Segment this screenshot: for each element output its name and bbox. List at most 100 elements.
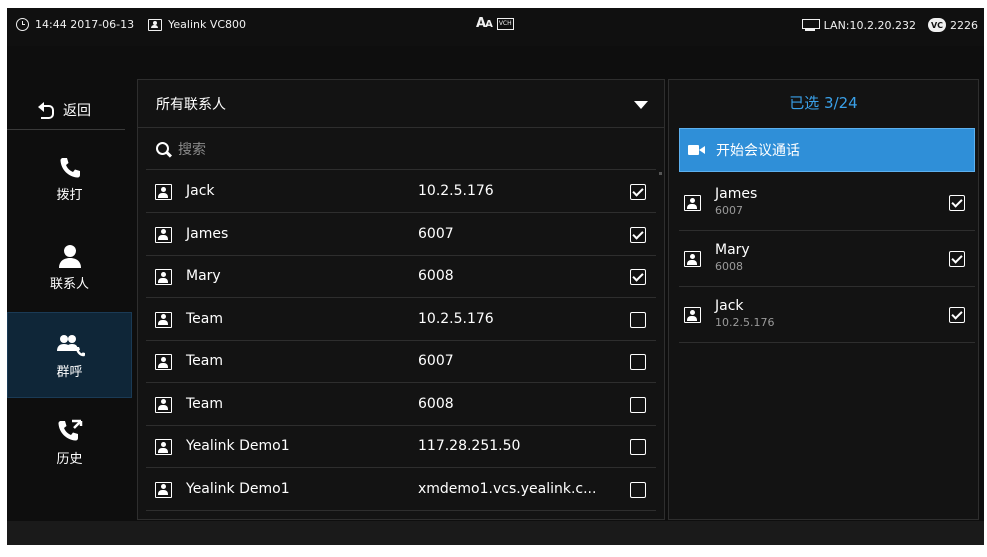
contact-name: Team	[186, 310, 224, 327]
contact-row[interactable]: Team 6008	[146, 384, 656, 426]
contact-number: 6007	[418, 225, 454, 242]
contact-card-icon	[684, 251, 701, 267]
selected-number: 6007	[715, 204, 743, 217]
contact-number: 117.28.251.50	[418, 438, 521, 454]
contact-checkbox[interactable]	[630, 226, 646, 243]
font-size-icon: AA	[476, 16, 493, 31]
search-icon	[156, 142, 169, 155]
device-name: Yealink VC800	[148, 18, 246, 31]
nav-item-dial[interactable]: 拨打	[7, 135, 132, 221]
back-button[interactable]: 返回	[7, 92, 122, 127]
nav-item-history[interactable]: 历史	[7, 399, 132, 485]
contact-card-icon	[684, 195, 701, 211]
status-left: 14:44 2017-06-13 Yealink VC800	[16, 18, 246, 31]
contact-number: 10.2.5.176	[418, 183, 494, 199]
selected-checkbox[interactable]	[949, 251, 965, 267]
selected-number: 6008	[715, 260, 743, 273]
contact-checkbox[interactable]	[630, 269, 646, 285]
nav-item-contacts-label: 联系人	[49, 276, 89, 292]
video-camera-icon	[688, 144, 706, 156]
search-placeholder: 搜索	[178, 141, 206, 158]
contact-person-icon	[57, 243, 83, 269]
selected-name: James	[715, 186, 758, 202]
contact-number: 6007	[418, 353, 454, 369]
contact-card-icon	[155, 396, 172, 413]
bottom-bar	[7, 521, 984, 545]
nav-sidebar: 返回 拨打 联系人 群呼 历史	[7, 79, 132, 519]
contact-checkbox[interactable]	[630, 184, 646, 200]
contact-card-icon	[155, 184, 172, 200]
selected-name: Mary	[715, 242, 750, 258]
contact-number: xmdemo1.vcs.yealink.c...	[418, 480, 597, 497]
back-label: 返回	[63, 102, 91, 119]
contact-name: Jack	[186, 183, 215, 199]
nav-item-dial-label: 拨打	[56, 187, 83, 203]
status-right: LAN:10.2.20.232 VC 2226	[801, 18, 978, 32]
contact-name: Mary	[186, 268, 221, 284]
contact-card-icon	[155, 439, 172, 455]
contact-row[interactable]: Yealink Demo1 xmdemo1.vcs.yealink.c...	[146, 469, 656, 511]
contact-card-icon	[155, 354, 172, 370]
datetime-text: 14:44 2017-06-13	[35, 18, 135, 31]
contact-checkbox[interactable]	[630, 439, 646, 455]
contact-row[interactable]: James 6007	[146, 214, 656, 256]
screen: 14:44 2017-06-13 Yealink VC800 AA VCH LA…	[7, 8, 984, 545]
contact-checkbox[interactable]	[630, 354, 646, 370]
contact-filter-dropdown[interactable]: 所有联系人	[138, 80, 664, 128]
selected-row[interactable]: Jack 10.2.5.176	[679, 287, 975, 343]
contact-name: Team	[186, 353, 224, 369]
search-input[interactable]: 搜索	[146, 128, 656, 170]
clock-icon	[16, 18, 29, 31]
datetime: 14:44 2017-06-13	[16, 18, 134, 31]
selected-row[interactable]: Mary 6008	[679, 231, 975, 287]
vch-icon: VCH	[496, 17, 514, 30]
history-icon	[57, 418, 83, 444]
lan-icon	[801, 18, 820, 32]
contact-number: 6008	[418, 268, 454, 284]
selected-number: 10.2.5.176	[715, 316, 775, 329]
contact-card-icon	[155, 226, 172, 243]
selected-checkbox[interactable]	[949, 195, 965, 211]
scroll-indicator	[659, 172, 662, 175]
vc-number: 2226	[950, 18, 978, 32]
selected-count: 已选 3/24	[789, 93, 858, 112]
contact-card-icon	[684, 307, 701, 323]
contact-card-icon	[155, 311, 172, 328]
contact-card-icon	[155, 269, 172, 285]
contact-name: Team	[186, 395, 224, 412]
contact-checkbox[interactable]	[630, 311, 646, 328]
device-icon	[148, 18, 163, 31]
contact-list-panel: 所有联系人 搜索 Jack 10.2.5.176 James 6007 Mary 6008…	[137, 79, 665, 520]
contact-number: 6008	[418, 395, 454, 412]
selected-row[interactable]: James 6007	[679, 175, 975, 231]
contact-row[interactable]: Team 10.2.5.176	[146, 299, 656, 341]
contact-filter-label: 所有联系人	[156, 96, 226, 113]
contact-checkbox[interactable]	[630, 481, 646, 498]
status-center: AA VCH	[476, 16, 514, 31]
contact-row[interactable]: Team 6007	[146, 341, 656, 383]
nav-item-group-call[interactable]: 群呼	[7, 312, 132, 398]
contact-checkbox[interactable]	[630, 396, 646, 413]
contact-row[interactable]: Jack 10.2.5.176	[146, 171, 656, 213]
nav-item-history-label: 历史	[56, 451, 83, 467]
selected-panel: 已选 3/24 开始会议通话 James 6007 Mary 6008 Jack 10.2…	[668, 79, 979, 520]
start-conference-button[interactable]: 开始会议通话	[679, 128, 975, 172]
nav-divider	[7, 129, 125, 130]
back-arrow-icon	[38, 101, 54, 119]
device-text: Yealink VC800	[168, 18, 247, 31]
dropdown-arrow-icon	[634, 101, 648, 109]
contact-card-icon	[155, 481, 172, 498]
lan-text: LAN:10.2.20.232	[823, 18, 916, 32]
contact-row[interactable]: Mary 6008	[146, 256, 656, 298]
nav-item-group-call-label: 群呼	[56, 364, 83, 380]
contact-name: James	[186, 225, 229, 242]
contact-name: Yealink Demo1	[186, 480, 290, 497]
phone-icon	[58, 154, 82, 180]
vc-icon: VC	[928, 18, 946, 32]
contact-number: 10.2.5.176	[418, 310, 494, 327]
group-call-icon	[55, 331, 85, 357]
nav-item-contacts[interactable]: 联系人	[7, 224, 132, 310]
selected-checkbox[interactable]	[949, 307, 965, 323]
status-bar: 14:44 2017-06-13 Yealink VC800 AA VCH LA…	[7, 8, 984, 46]
contact-row[interactable]: Yealink Demo1 117.28.251.50	[146, 426, 656, 468]
